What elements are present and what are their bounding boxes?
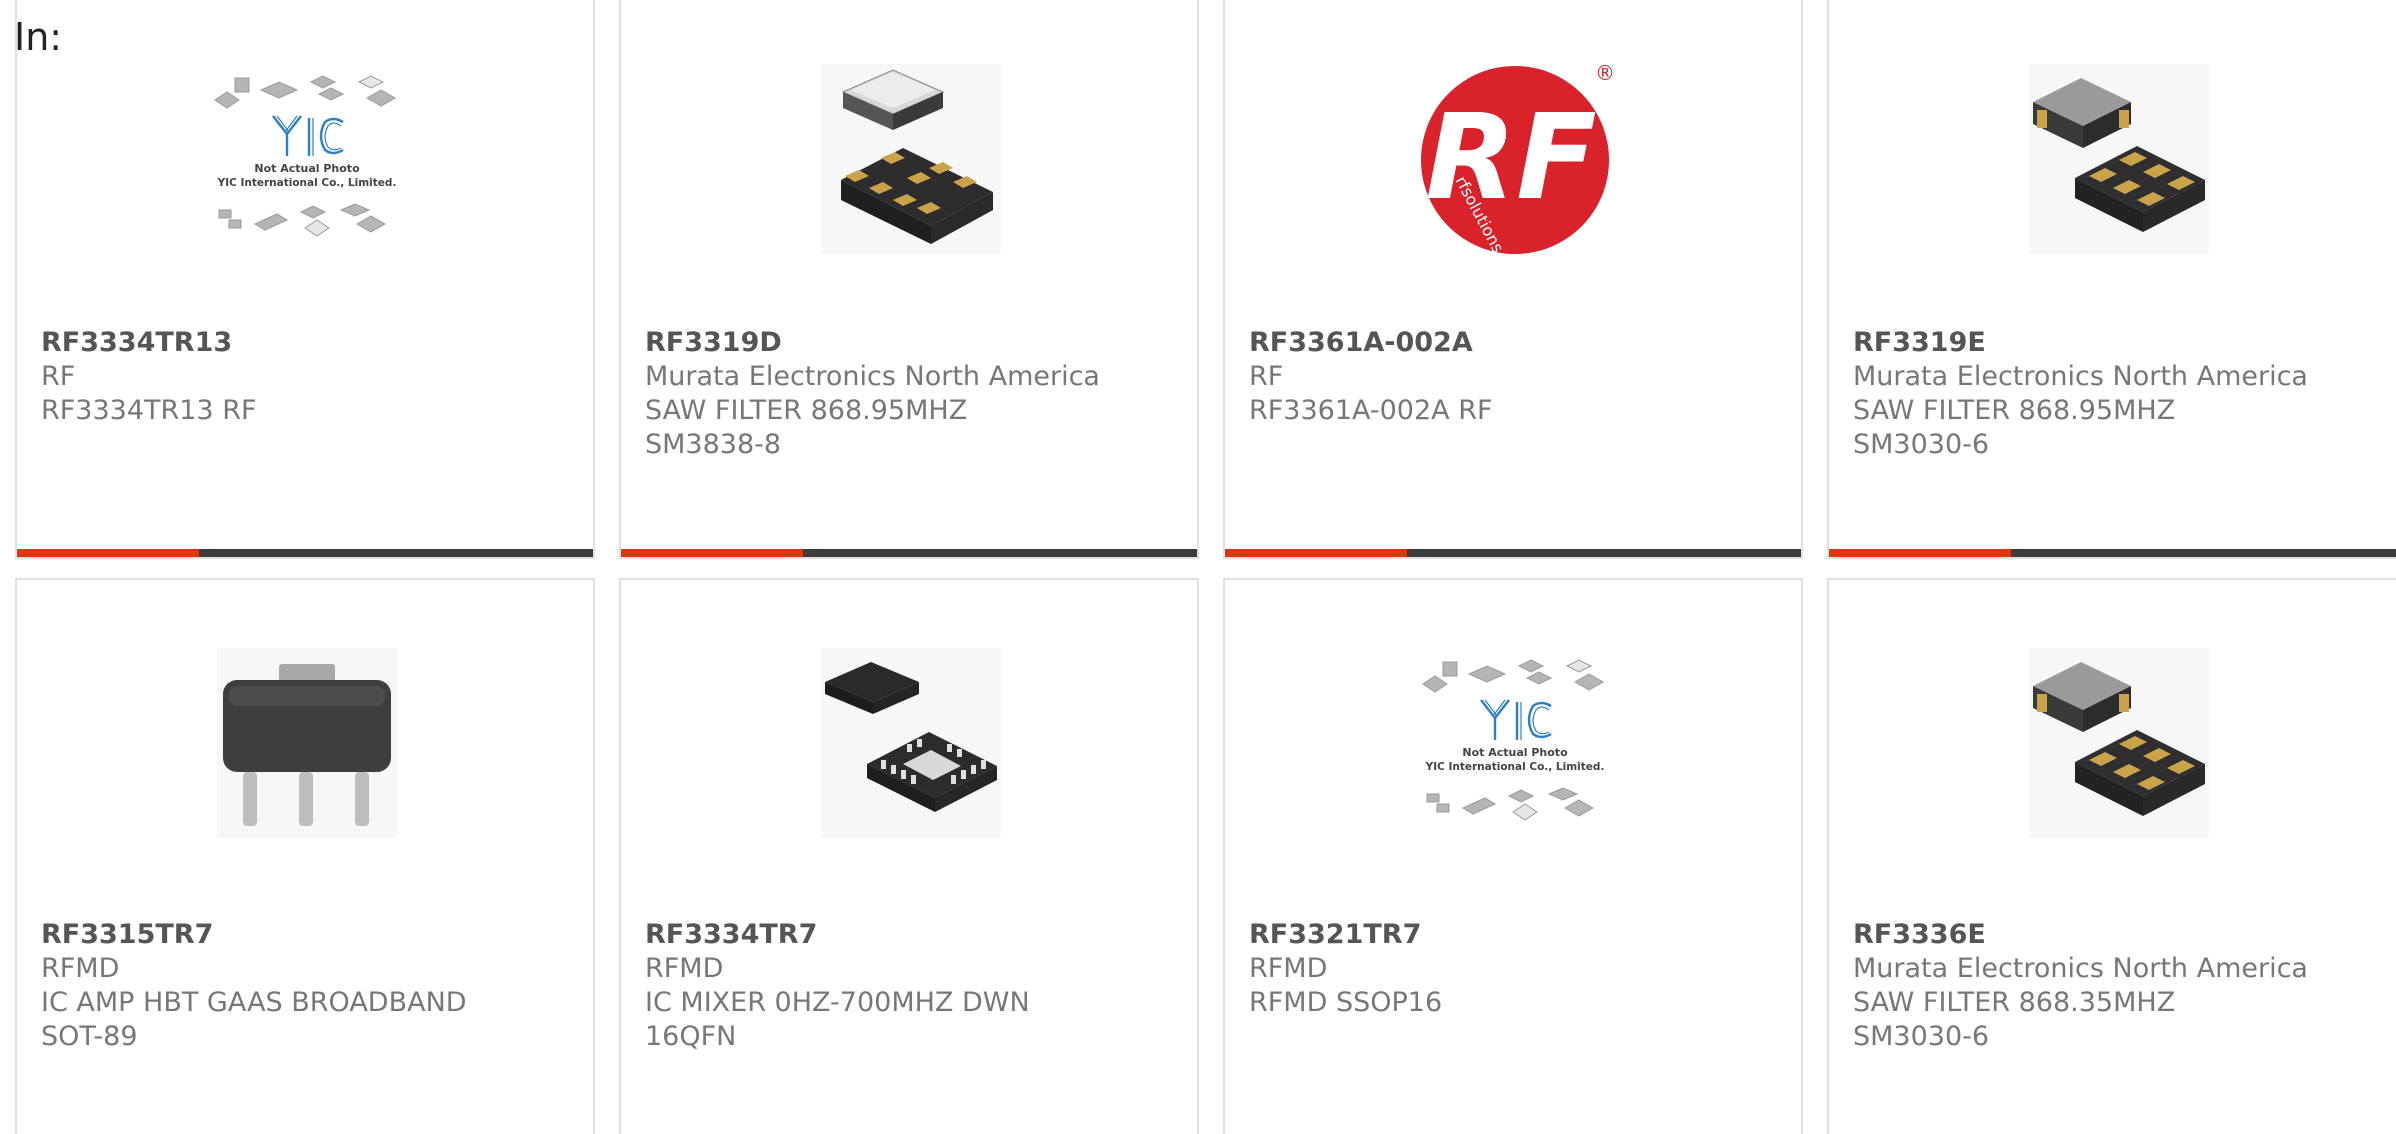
- product-info: RF3319D Murata Electronics North America…: [645, 326, 1187, 462]
- placeholder-line1: Not Actual Photo: [254, 162, 360, 175]
- card-bottom-bar: [1829, 549, 2396, 557]
- card-accent-bar: [621, 549, 803, 557]
- product-card[interactable]: RF rfsolutions ® RF3361A-002A RF RF3361A…: [1223, 0, 1803, 559]
- package: SOT-89: [41, 1021, 138, 1052]
- product-info: RF3336E Murata Electronics North America…: [1853, 918, 2395, 1054]
- description: RFMD SSOP16: [1249, 987, 1443, 1018]
- package: SM3838-8: [645, 429, 782, 460]
- part-number[interactable]: RF3319D: [645, 326, 1187, 360]
- card-bottom-bar: [1225, 549, 1801, 557]
- package: SM3030-6: [1853, 1021, 1990, 1052]
- card-bottom-bar: [17, 549, 593, 557]
- registered-mark: ®: [1595, 61, 1615, 85]
- package: SM3030-6: [1853, 429, 1990, 460]
- manufacturer: Murata Electronics North America: [1853, 953, 2308, 984]
- product-info: RF3315TR7 RFMD IC AMP HBT GAAS BROADBAND…: [41, 918, 583, 1054]
- part-number[interactable]: RF3319E: [1853, 326, 2395, 360]
- placeholder-line1: Not Actual Photo: [1462, 746, 1568, 759]
- description: SAW FILTER 868.35MHZ: [1853, 987, 2176, 1018]
- product-card[interactable]: Not Actual Photo YIC International Co., …: [15, 0, 595, 559]
- manufacturer: RFMD: [41, 953, 120, 984]
- product-card[interactable]: RF3319D Murata Electronics North America…: [619, 0, 1199, 559]
- product-grid-page: In: Not Actual Photo YIC International C…: [0, 0, 2396, 1134]
- description: IC MIXER 0HZ-700MHZ DWN: [645, 987, 1030, 1018]
- part-number[interactable]: RF3361A-002A: [1249, 326, 1791, 360]
- product-info: RF3334TR7 RFMD IC MIXER 0HZ-700MHZ DWN 1…: [645, 918, 1187, 1054]
- yic-placeholder-image: Not Actual Photo YIC International Co., …: [207, 60, 407, 260]
- description: IC AMP HBT GAAS BROADBAND: [41, 987, 467, 1018]
- sot89-package-image: [207, 644, 407, 844]
- in-label: In:: [14, 15, 63, 59]
- product-card[interactable]: RF3315TR7 RFMD IC AMP HBT GAAS BROADBAND…: [15, 578, 595, 1134]
- manufacturer: RF: [41, 361, 76, 392]
- manufacturer: RFMD: [645, 953, 724, 984]
- package: 16QFN: [645, 1021, 737, 1052]
- product-info: RF3319E Murata Electronics North America…: [1853, 326, 2395, 462]
- saw-filter-6pad-image: [2019, 60, 2219, 260]
- product-card[interactable]: RF3334TR7 RFMD IC MIXER 0HZ-700MHZ DWN 1…: [619, 578, 1199, 1134]
- manufacturer: RFMD: [1249, 953, 1328, 984]
- card-accent-bar: [1829, 549, 2011, 557]
- card-bottom-bar: [621, 549, 1197, 557]
- description: RF3361A-002A RF: [1249, 395, 1493, 426]
- saw-filter-6pad-image: [2019, 644, 2219, 844]
- part-number[interactable]: RF3321TR7: [1249, 918, 1791, 952]
- part-number[interactable]: RF3334TR7: [645, 918, 1187, 952]
- description: RF3334TR13 RF: [41, 395, 257, 426]
- product-card[interactable]: Not Actual Photo YIC International Co., …: [1223, 578, 1803, 1134]
- placeholder-line2: YIC International Co., Limited.: [1425, 761, 1605, 773]
- card-accent-bar: [1225, 549, 1407, 557]
- product-info: RF3361A-002A RF RF3361A-002A RF: [1249, 326, 1791, 428]
- part-number[interactable]: RF3336E: [1853, 918, 2395, 952]
- product-card[interactable]: RF3319E Murata Electronics North America…: [1827, 0, 2396, 559]
- description: SAW FILTER 868.95MHZ: [645, 395, 968, 426]
- product-info: RF3334TR13 RF RF3334TR13 RF: [41, 326, 583, 428]
- manufacturer: RF: [1249, 361, 1284, 392]
- description: SAW FILTER 868.95MHZ: [1853, 395, 2176, 426]
- rf-solutions-logo-image: RF rfsolutions ®: [1415, 60, 1615, 260]
- part-number[interactable]: RF3334TR13: [41, 326, 583, 360]
- card-accent-bar: [17, 549, 199, 557]
- product-card[interactable]: RF3336E Murata Electronics North America…: [1827, 578, 2396, 1134]
- yic-placeholder-image: Not Actual Photo YIC International Co., …: [1415, 644, 1615, 844]
- saw-filter-8pad-image: [811, 60, 1011, 260]
- manufacturer: Murata Electronics North America: [1853, 361, 2308, 392]
- manufacturer: Murata Electronics North America: [645, 361, 1100, 392]
- product-info: RF3321TR7 RFMD RFMD SSOP16: [1249, 918, 1791, 1020]
- qfn16-package-image: [811, 644, 1011, 844]
- part-number[interactable]: RF3315TR7: [41, 918, 583, 952]
- rf-logo-letters: RF: [1425, 88, 1596, 226]
- placeholder-line2: YIC International Co., Limited.: [217, 177, 397, 189]
